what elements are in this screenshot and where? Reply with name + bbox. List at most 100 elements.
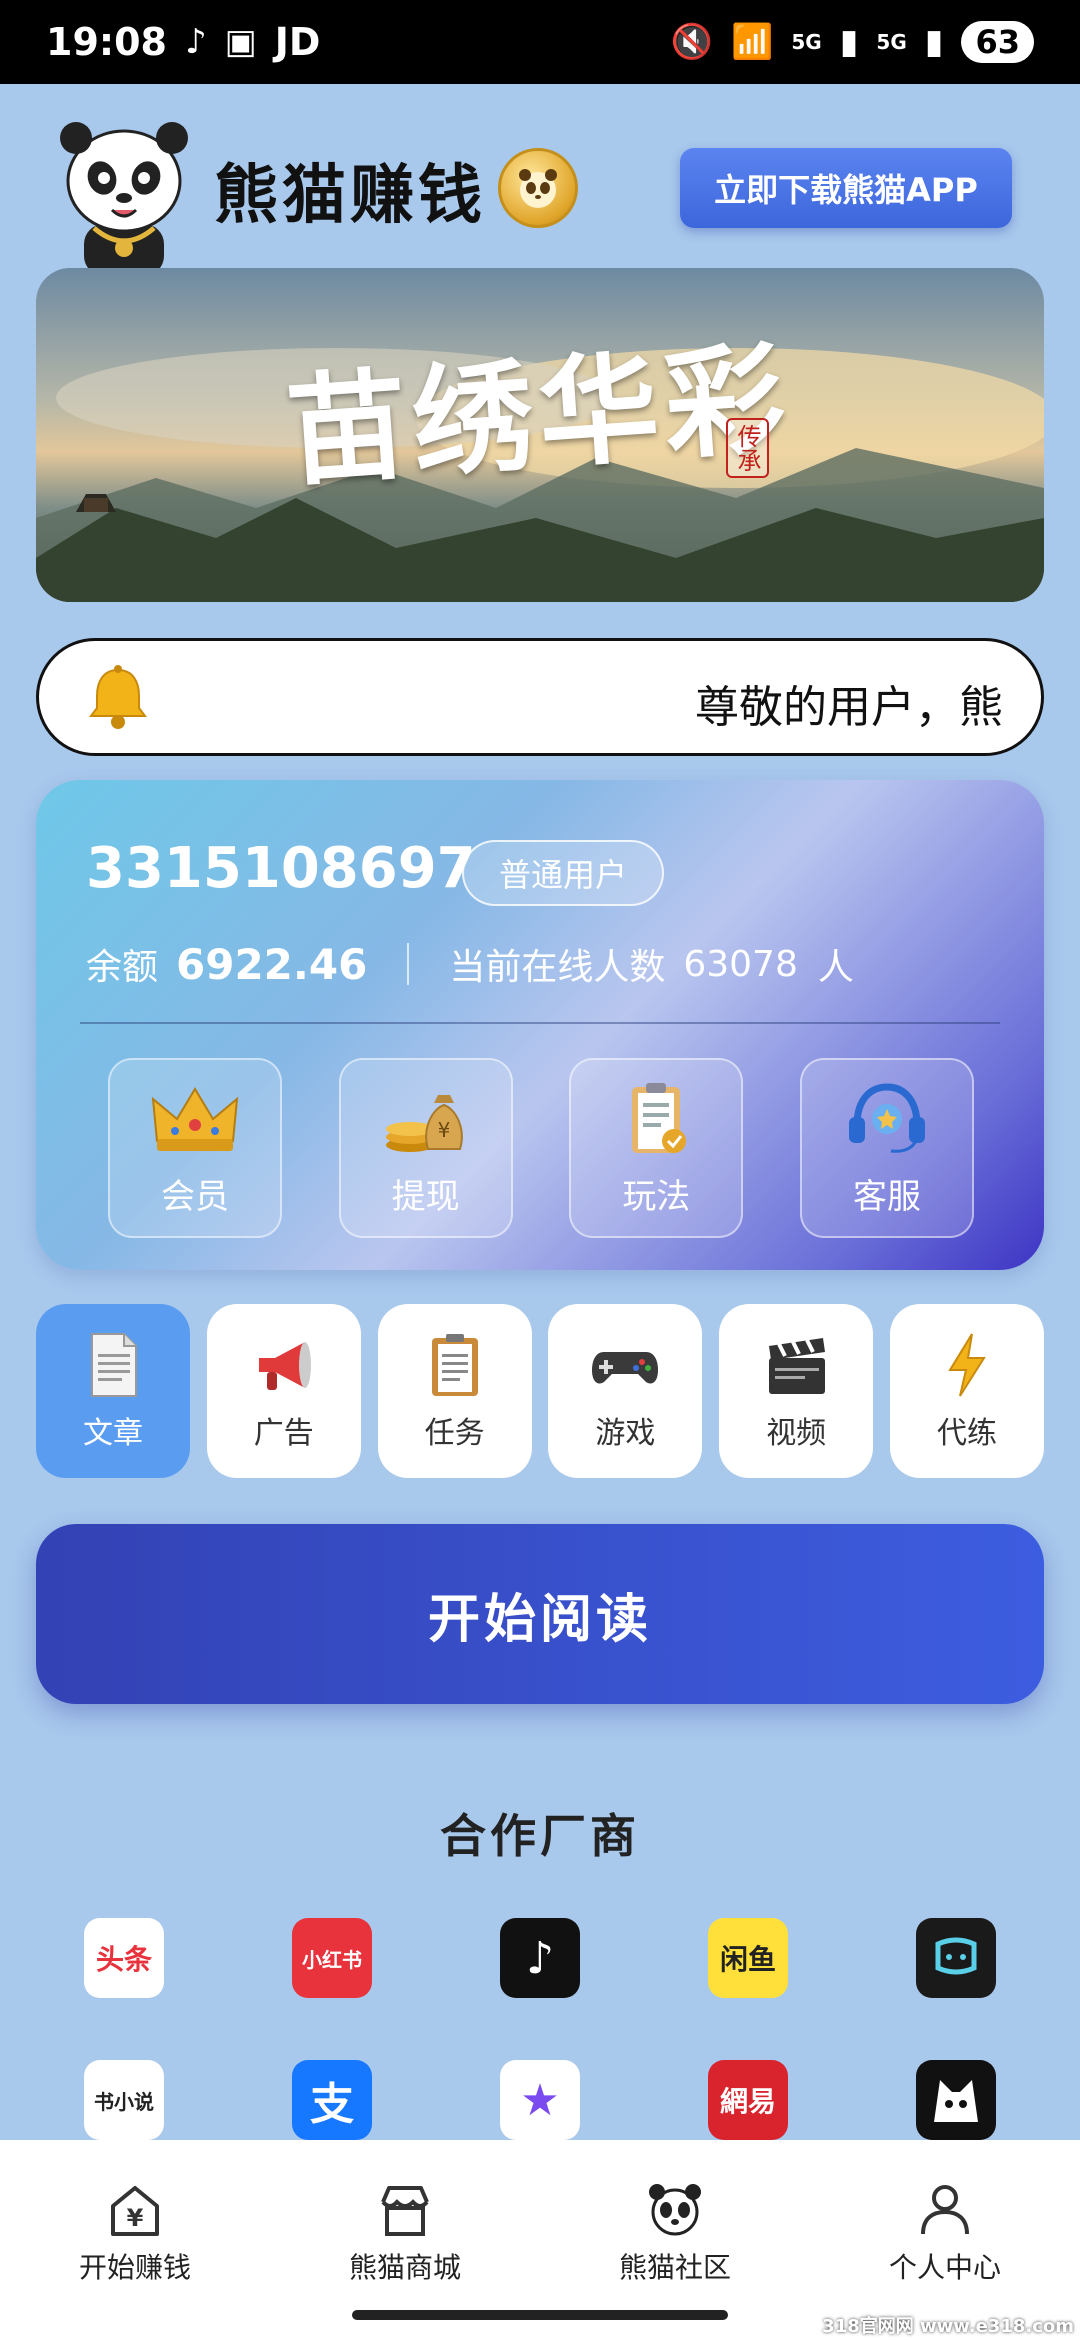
cat-face-icon xyxy=(934,2080,978,2122)
partners-grid: 头条 小红书 ♪ 闲鱼书小说 支 ★ 網易 xyxy=(84,1918,996,2140)
xianyu-logo-text: 闲鱼 xyxy=(719,1943,776,1976)
promo-banner[interactable]: 苗绣华彩 传承 xyxy=(36,268,1044,602)
rules-label: 玩法 xyxy=(622,1176,691,1217)
watermark: 318官网网 www.e318.com xyxy=(822,2316,1074,2337)
battery-indicator: 63 xyxy=(961,21,1034,63)
toutiao-logo-text: 头条 xyxy=(95,1943,152,1976)
alipay-logo-text: 支 xyxy=(310,2079,354,2130)
signal-2-label: 5G xyxy=(876,30,907,54)
tab-article[interactable]: 文章 xyxy=(36,1304,190,1478)
nav-start-earning[interactable]: ¥ 开始赚钱 xyxy=(35,2180,235,2340)
lightning-icon xyxy=(948,1333,986,1397)
tab-article-label: 文章 xyxy=(83,1416,143,1451)
start-reading-button[interactable]: 开始阅读 xyxy=(36,1524,1044,1704)
user-level-badge: 普通用户 xyxy=(462,840,664,906)
clapperboard-icon xyxy=(769,1338,826,1394)
tab-boosting[interactable]: 代练 xyxy=(889,1304,1044,1478)
notice-bar[interactable]: 尊敬的用户，熊 xyxy=(36,638,1044,756)
online-count: 63078 xyxy=(683,943,798,985)
panda-mascot-icon xyxy=(60,122,188,276)
shuqi-logo-text: 书小说 xyxy=(94,2089,154,2114)
money-bag-icon: ¥ xyxy=(385,1094,463,1152)
brand-title: 熊猫赚钱 xyxy=(214,159,486,233)
app-header: 熊猫赚钱 立即下载熊猫APP xyxy=(0,100,1080,280)
nav-personal-center-label: 个人中心 xyxy=(888,2251,1001,2284)
xianyu-logo[interactable]: 闲鱼 xyxy=(708,1918,788,1998)
signal-1-label: 5G xyxy=(791,30,822,54)
member-button[interactable]: 会员 xyxy=(108,1058,282,1238)
tab-tasks-label: 任务 xyxy=(424,1416,485,1451)
banner-seal: 传承 xyxy=(726,418,769,478)
balance-value: 6922.46 xyxy=(176,939,368,989)
tab-video[interactable]: 视频 xyxy=(719,1304,874,1478)
chat-bubble-icon xyxy=(935,1937,977,1975)
tab-ads-label: 广告 xyxy=(253,1416,314,1451)
online-label: 当前在线人数 xyxy=(449,947,666,988)
alipay-logo[interactable]: 支 xyxy=(292,2060,372,2140)
tab-video-label: 视频 xyxy=(766,1416,827,1451)
account-card: 3315108697 普通用户 余额 6922.46 当前在线人数 63078 … xyxy=(36,780,1044,1270)
notice-marquee-text: 尊敬的用户，熊 xyxy=(695,682,1003,733)
nav-start-earning-label: 开始赚钱 xyxy=(78,2251,191,2284)
person-icon xyxy=(921,2185,969,2235)
user-id: 3315108697 xyxy=(86,836,476,901)
mute-icon: 🔇 xyxy=(670,22,713,62)
divider xyxy=(407,943,410,985)
wifi-icon: 📶 xyxy=(731,22,774,62)
gamepad-icon xyxy=(592,1352,659,1384)
panda-coin-icon xyxy=(498,148,578,228)
tab-games[interactable]: 游戏 xyxy=(548,1304,703,1478)
customer-service-label: 客服 xyxy=(852,1176,921,1217)
online-unit: 人 xyxy=(817,947,854,988)
category-tabs: 文章 广告 任务 游戏 视频 代练 xyxy=(36,1304,1044,1478)
nav-panda-store-label: 熊猫商城 xyxy=(348,2251,461,2284)
xiaohongshu-logo-text: 小红书 xyxy=(302,1947,362,1972)
task-clipboard-icon xyxy=(431,1334,478,1396)
douyin-logo-text: ♪ xyxy=(525,1932,555,1984)
shuqi-logo[interactable]: 书小说 xyxy=(84,2060,164,2140)
tab-boosting-label: 代练 xyxy=(936,1416,997,1451)
megaphone-icon xyxy=(258,1342,311,1390)
netease-logo[interactable]: 網易 xyxy=(708,2060,788,2140)
signal-bars-icon: ▮ xyxy=(924,22,944,62)
member-label: 会员 xyxy=(161,1176,229,1217)
star-app-logo[interactable]: ★ xyxy=(500,2060,580,2140)
tiktok-icon: ♪ xyxy=(184,22,207,62)
headset-icon xyxy=(848,1082,925,1153)
home-indicator[interactable] xyxy=(352,2310,728,2320)
balance-label: 余额 xyxy=(86,947,159,988)
svg-text:¥: ¥ xyxy=(127,2204,144,2232)
crown-icon xyxy=(151,1086,239,1151)
status-bar: 19:08 ♪ ▣ JD 🔇 📶 5G ▮ 5G ▮ 63 xyxy=(0,0,1080,84)
notification-app-icon: ▣ xyxy=(224,22,257,62)
signal-bars-icon: ▮ xyxy=(839,22,859,62)
netease-logo-text: 網易 xyxy=(719,2085,776,2118)
withdraw-label: 提现 xyxy=(391,1176,460,1217)
svg-text:¥: ¥ xyxy=(437,1118,450,1142)
partners-title: 合作厂商 xyxy=(440,1809,640,1863)
yen-house-icon: ¥ xyxy=(111,2186,159,2236)
account-actions: 会员 ¥ 提现 玩法 客服 xyxy=(108,1058,974,1238)
bell-icon xyxy=(89,665,147,729)
app-logo-5[interactable] xyxy=(916,1918,996,1998)
panda-icon xyxy=(649,2184,701,2236)
balance-row: 余额 6922.46 当前在线人数 63078 人 xyxy=(86,938,854,990)
customer-service-button[interactable]: 客服 xyxy=(799,1058,974,1238)
xiaohongshu-logo[interactable]: 小红书 xyxy=(292,1918,372,1998)
divider xyxy=(80,1022,1000,1024)
douyin-logo[interactable]: ♪ xyxy=(500,1918,580,1998)
withdraw-button[interactable]: ¥ 提现 xyxy=(338,1058,513,1238)
nav-panda-community-label: 熊猫社区 xyxy=(618,2251,731,2284)
cat-app-logo[interactable] xyxy=(916,2060,996,2140)
toutiao-logo[interactable]: 头条 xyxy=(84,1918,164,1998)
status-app-label: JD xyxy=(274,20,321,64)
status-time: 19:08 xyxy=(46,20,167,64)
tab-ads[interactable]: 广告 xyxy=(206,1304,361,1478)
clipboard-icon xyxy=(632,1082,687,1153)
banner-title: 苗绣华彩 xyxy=(282,327,796,504)
store-icon xyxy=(381,2186,429,2236)
rules-button[interactable]: 玩法 xyxy=(569,1058,744,1238)
tab-tasks[interactable]: 任务 xyxy=(377,1304,532,1478)
tab-games-label: 游戏 xyxy=(595,1416,656,1451)
download-app-button[interactable]: 立即下载熊猫APP xyxy=(680,148,1012,228)
